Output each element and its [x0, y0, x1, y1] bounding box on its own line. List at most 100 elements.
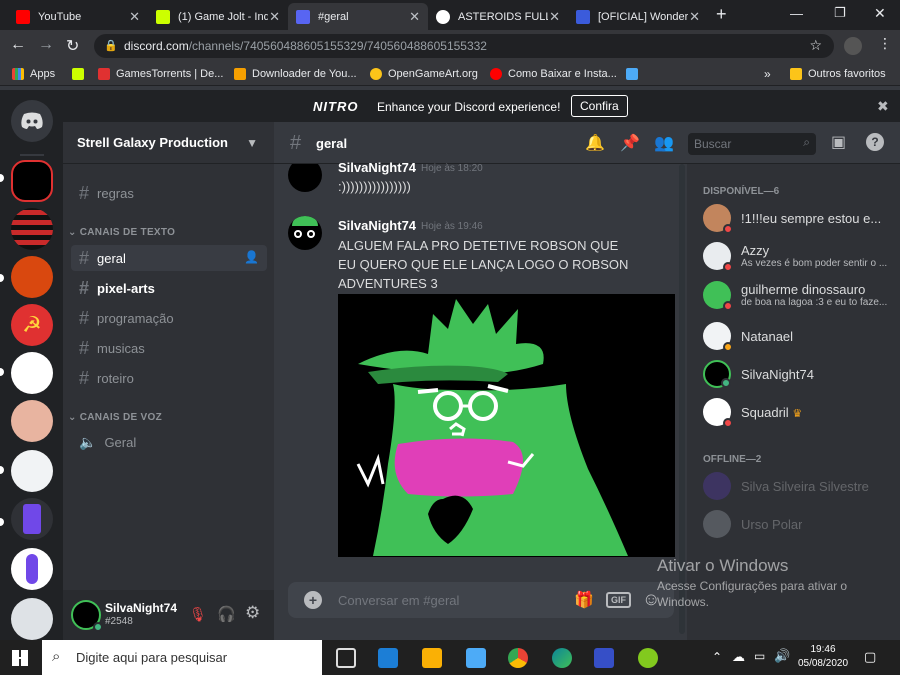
restore-icon[interactable]: ❐	[834, 5, 846, 21]
tab-youtube[interactable]: YouTube ✕	[8, 3, 148, 30]
bookmark-opengameart[interactable]: OpenGameArt.org	[370, 62, 478, 86]
bookmark-como-baixar[interactable]: Como Baixar e Insta...	[490, 62, 617, 86]
server-strell-galaxy-icon[interactable]	[11, 160, 53, 202]
member-item[interactable]: !1!!!eu sempre estou e...	[703, 204, 893, 234]
message-input[interactable]: + Conversar em #geral 🎁 GIF ☺	[288, 582, 674, 618]
chrome-menu-icon[interactable]: ⋮	[878, 35, 892, 52]
file-explorer-icon[interactable]	[422, 648, 442, 668]
channel-programacao[interactable]: # programação	[71, 305, 267, 331]
member-item[interactable]: Silva Silveira Silvestre	[703, 472, 893, 500]
message-author[interactable]: SilvaNight74	[338, 218, 416, 233]
category-text-channels[interactable]: ⌄ CANAIS DE TEXTO	[68, 227, 175, 238]
message-avatar[interactable]	[288, 216, 322, 250]
gif-button[interactable]: GIF	[606, 592, 631, 608]
network-icon[interactable]: ▭	[754, 649, 765, 663]
inbox-icon[interactable]: ▣	[831, 132, 846, 152]
store-icon[interactable]	[466, 648, 486, 668]
minimize-icon[interactable]: —	[790, 6, 803, 21]
mail-icon[interactable]	[378, 648, 398, 668]
close-tab-icon[interactable]: ✕	[269, 9, 280, 25]
add-member-icon[interactable]: 👤	[244, 250, 259, 264]
channel-geral[interactable]: # geral 👤	[71, 245, 267, 271]
server-mask-icon[interactable]	[11, 450, 53, 492]
game-icon[interactable]	[594, 648, 614, 668]
pin-icon[interactable]: 📌	[620, 133, 640, 153]
channel-roteiro[interactable]: # roteiro	[71, 365, 267, 391]
tab-gamejolt[interactable]: (1) Game Jolt - Ind ✕	[148, 3, 288, 30]
message-avatar[interactable]	[288, 164, 322, 194]
bookmark-gamestorrents[interactable]: GamesTorrents | De...	[98, 62, 223, 86]
chrome-icon[interactable]	[508, 648, 528, 668]
server-face-icon[interactable]	[11, 352, 53, 394]
member-item[interactable]: SilvaNight74	[703, 360, 893, 388]
nitro-confira-button[interactable]: Confira	[571, 95, 628, 117]
close-window-icon[interactable]: ✕	[874, 5, 886, 22]
mute-microphone-icon[interactable]: 🎙	[189, 606, 207, 623]
chat-scrollbar[interactable]	[679, 164, 685, 634]
message-author[interactable]: SilvaNight74	[338, 160, 416, 175]
member-item[interactable]: Urso Polar	[703, 510, 893, 538]
member-item[interactable]: guilherme dinossauro de boa na lagoa :3 e…	[703, 281, 893, 311]
server-clown-icon[interactable]	[11, 400, 53, 442]
member-item[interactable]: Natanael	[703, 322, 893, 352]
url-input[interactable]: 🔒 discord.com/channels/74056048860515532…	[94, 34, 834, 58]
tab-wonder[interactable]: [OFICIAL] Wonder ✕	[568, 3, 708, 30]
bookmark-extra[interactable]	[626, 62, 644, 86]
gear-icon[interactable]: ⚙	[245, 603, 260, 623]
bell-icon[interactable]: 🔔	[585, 133, 605, 153]
discord-home-icon[interactable]	[11, 100, 53, 142]
tab-asteroids[interactable]: ASTEROIDS FULL ✕	[428, 3, 568, 30]
server-red-icon[interactable]	[11, 208, 53, 250]
browser-tab-bar: YouTube ✕ (1) Game Jolt - Ind ✕ #geral ✕…	[0, 0, 900, 30]
more-bookmarks-icon[interactable]: »	[764, 62, 771, 86]
app-icon[interactable]	[638, 648, 658, 668]
server-header[interactable]: Strell Galaxy Production ▼	[63, 122, 274, 164]
reload-icon[interactable]: ↻	[66, 36, 79, 56]
category-voice-channels[interactable]: ⌄ CANAIS DE VOZ	[68, 412, 162, 423]
star-icon[interactable]: ☆	[809, 37, 822, 54]
voice-channel-geral[interactable]: 🔈 Geral	[71, 429, 267, 455]
new-tab-icon[interactable]: +	[716, 4, 727, 25]
notifications-icon[interactable]: ▢	[864, 649, 876, 665]
close-tab-icon[interactable]: ✕	[129, 9, 140, 25]
search-input[interactable]: Buscar ⌕	[688, 133, 816, 155]
bookmark-gamejolt[interactable]	[72, 62, 90, 86]
server-purple-guy-icon[interactable]	[11, 498, 53, 540]
edge-icon[interactable]	[552, 648, 572, 668]
help-icon[interactable]: ?	[866, 133, 884, 151]
bookmark-other-folder[interactable]: Outros favoritos	[790, 62, 886, 86]
message-image-attachment[interactable]	[338, 294, 675, 557]
gift-icon[interactable]: 🎁	[574, 590, 594, 610]
tab-geral[interactable]: #geral ✕	[288, 3, 428, 30]
windows-start-icon[interactable]	[12, 650, 28, 666]
headphones-icon[interactable]: 🎧	[217, 605, 236, 623]
close-tab-icon[interactable]: ✕	[409, 9, 420, 25]
member-item[interactable]: Azzy Às vezes é bom poder sentir o ...	[703, 242, 893, 272]
add-attachment-icon[interactable]: +	[304, 591, 322, 609]
channel-pixel-arts[interactable]: # pixel-arts	[71, 275, 267, 301]
bookmark-apps[interactable]: Apps	[12, 62, 55, 86]
back-icon[interactable]: ←	[10, 36, 26, 54]
close-banner-icon[interactable]: ✖	[877, 98, 889, 115]
cloud-icon[interactable]: ☁	[732, 649, 745, 665]
server-purple-figure-icon[interactable]	[11, 548, 53, 590]
clock[interactable]: 19:46 05/08/2020	[797, 643, 849, 671]
server-sketch-icon[interactable]	[11, 598, 53, 640]
members-icon[interactable]: 👥	[654, 133, 674, 153]
channel-regras[interactable]: # regras	[71, 180, 267, 206]
chevron-down-icon[interactable]: ▼	[246, 136, 258, 150]
profile-avatar-icon[interactable]	[844, 37, 862, 55]
taskbar-search-input[interactable]: ⌕ Digite aqui para pesquisar	[42, 640, 322, 675]
bookmark-downloader[interactable]: Downloader de You...	[234, 62, 357, 86]
tray-chevron-up-icon[interactable]: ⌃	[712, 650, 722, 664]
close-tab-icon[interactable]: ✕	[549, 9, 560, 25]
volume-icon[interactable]: 🔊	[774, 648, 790, 664]
server-tf2-icon[interactable]	[11, 256, 53, 298]
task-view-icon[interactable]	[336, 648, 356, 668]
member-item[interactable]: Squadril ♛	[703, 398, 893, 428]
close-tab-icon[interactable]: ✕	[689, 9, 700, 25]
emoji-icon[interactable]: ☺	[642, 589, 660, 610]
server-hammer-sickle-icon[interactable]: ☭	[11, 304, 53, 346]
forward-icon[interactable]: →	[38, 36, 54, 54]
channel-musicas[interactable]: # musicas	[71, 335, 267, 361]
